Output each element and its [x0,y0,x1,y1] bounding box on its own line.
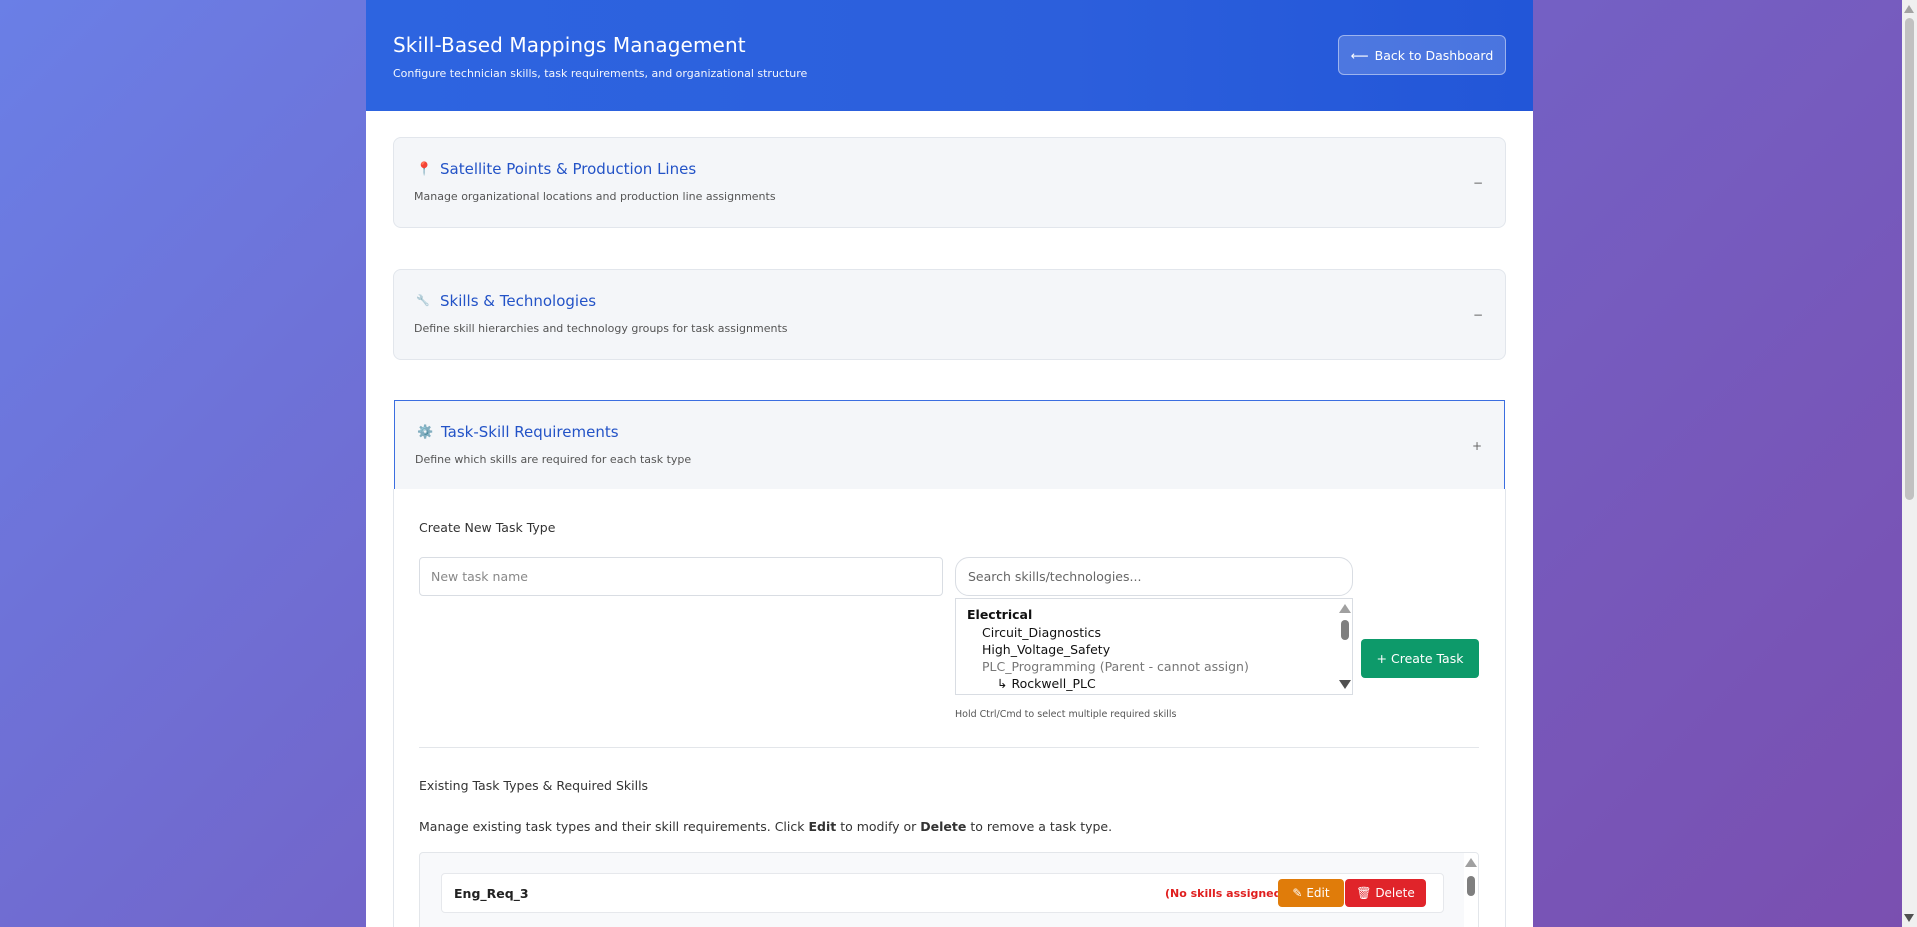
section-description: Define skill hierarchies and technology … [414,322,788,335]
back-button-label: Back to Dashboard [1374,47,1494,63]
skill-group-label: Electrical [967,607,1033,622]
expand-toggle-icon[interactable]: + [1472,439,1482,453]
task-row: Eng_Req_3 (No skills assigned) ✎ Edit 🗑 … [441,873,1444,913]
edit-task-button[interactable]: ✎ Edit [1278,879,1344,907]
delete-label: Delete [1375,886,1415,900]
existing-tasks-description: Manage existing task types and their ski… [419,819,1112,834]
section-description: Define which skills are required for eac… [415,453,692,466]
scroll-down-icon[interactable] [1904,914,1914,922]
task-list-scrollbar[interactable] [1464,853,1478,927]
page-subtitle: Configure technician skills, task requir… [393,67,808,80]
scroll-up-icon[interactable] [1339,604,1351,613]
skill-search-input[interactable] [955,557,1353,596]
scroll-up-icon[interactable] [1465,858,1477,867]
task-name: Eng_Req_3 [454,886,529,901]
section-skills-technologies[interactable]: 🔧 Skills & Technologies Define skill hie… [393,269,1506,360]
section-title: Satellite Points & Production Lines [440,160,697,178]
main-container: Skill-Based Mappings Management Configur… [366,0,1533,927]
task-list-container: Eng_Req_3 (No skills assigned) ✎ Edit 🗑 … [419,852,1479,927]
skill-option[interactable]: High_Voltage_Safety [982,642,1110,657]
section-satellite-points[interactable]: 📍 Satellite Points & Production Lines Ma… [393,137,1506,228]
trash-icon: 🗑 [1356,886,1372,900]
create-task-button[interactable]: + Create Task [1361,639,1479,678]
desc-text: Manage existing task types and their ski… [419,819,809,834]
scroll-thumb[interactable] [1467,876,1475,896]
existing-tasks-heading: Existing Task Types & Required Skills [419,778,649,793]
create-task-heading: Create New Task Type [419,520,556,535]
no-skills-status: (No skills assigned) [1165,887,1287,900]
section-task-skill-requirements[interactable]: ⚙️ Task-Skill Requirements Define which … [394,400,1505,490]
skill-option-disabled: PLC_Programming (Parent - cannot assign) [982,659,1249,674]
scroll-up-icon[interactable] [1904,5,1914,13]
scroll-thumb[interactable] [1905,18,1914,500]
pencil-icon: ✎ [1292,886,1303,900]
wrench-icon: 🔧 [416,294,430,307]
collapse-toggle-icon[interactable]: − [1473,176,1483,190]
divider [419,747,1479,748]
gear-icon: ⚙️ [417,425,434,440]
desc-edit-keyword: Edit [808,819,837,834]
map-pin-icon: 📍 [416,162,433,177]
back-to-dashboard-button[interactable]: ⟵ Back to Dashboard [1338,35,1506,75]
multi-select-hint: Hold Ctrl/Cmd to select multiple require… [955,709,1177,720]
arrow-left-icon: ⟵ [1350,47,1369,63]
delete-task-button[interactable]: 🗑 Delete [1345,879,1426,907]
skill-option[interactable]: Circuit_Diagnostics [982,625,1101,640]
scroll-down-icon[interactable] [1339,680,1351,689]
skill-multiselect[interactable]: Electrical Circuit_Diagnostics High_Volt… [955,598,1353,695]
desc-delete-keyword: Delete [920,819,967,834]
skill-option[interactable]: ↳ Rockwell_PLC [997,676,1096,691]
desc-text: to remove a task type. [966,819,1113,834]
task-skill-panel: Create New Task Type Electrical Circuit_… [393,489,1506,927]
skill-list-scrollbar[interactable] [1338,599,1352,694]
desc-text: to modify or [836,819,921,834]
page-title: Skill-Based Mappings Management [393,33,746,57]
section-title: Skills & Technologies [440,292,597,310]
section-title: Task-Skill Requirements [441,423,619,441]
new-task-name-input[interactable] [419,557,943,596]
page-scrollbar[interactable] [1902,0,1917,927]
edit-label: Edit [1306,886,1330,900]
page-header: Skill-Based Mappings Management Configur… [366,0,1533,111]
section-description: Manage organizational locations and prod… [414,190,776,203]
collapse-toggle-icon[interactable]: − [1473,308,1483,322]
scroll-thumb[interactable] [1341,620,1349,640]
